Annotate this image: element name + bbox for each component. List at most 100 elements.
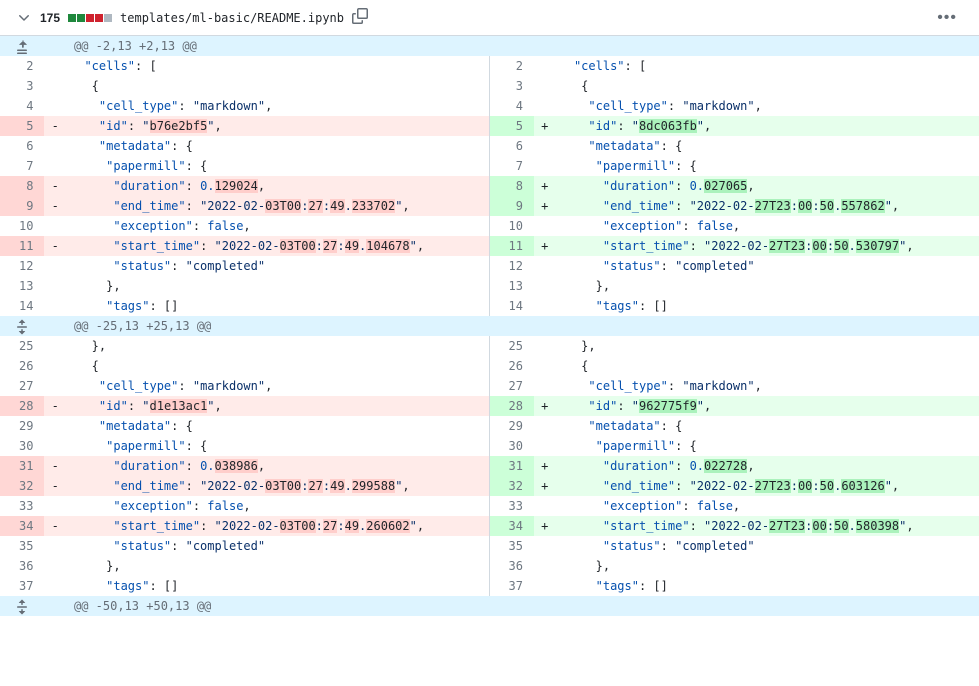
code-line: }, (556, 556, 979, 576)
line-number-right[interactable]: 11 (490, 236, 534, 256)
line-number-right[interactable]: 6 (490, 136, 534, 156)
line-number-left[interactable]: 12 (0, 256, 44, 276)
code-line: "metadata": { (556, 136, 979, 156)
code-line: "cells": [ (556, 56, 979, 76)
expand-hunk-icon[interactable] (0, 316, 44, 336)
line-number-left[interactable]: 26 (0, 356, 44, 376)
line-number-left[interactable]: 9 (0, 196, 44, 216)
line-number-right[interactable]: 12 (490, 256, 534, 276)
deletion-marker: - (44, 196, 66, 216)
line-number-right[interactable]: 9 (490, 196, 534, 216)
line-number-left[interactable]: 13 (0, 276, 44, 296)
line-number-left[interactable]: 10 (0, 216, 44, 236)
line-number-left[interactable]: 25 (0, 336, 44, 356)
line-number-right[interactable]: 2 (490, 56, 534, 76)
line-number-right[interactable]: 26 (490, 356, 534, 376)
code-line: }, (66, 276, 490, 296)
line-number-right[interactable]: 29 (490, 416, 534, 436)
code-line: "tags": [] (66, 296, 490, 316)
code-line: }, (556, 336, 979, 356)
code-line: "duration": 0.038986, (66, 456, 490, 476)
line-number-right[interactable]: 5 (490, 116, 534, 136)
code-line: "id": "962775f9", (556, 396, 979, 416)
code-line: "cell_type": "markdown", (556, 96, 979, 116)
line-number-left[interactable]: 29 (0, 416, 44, 436)
code-line: }, (66, 556, 490, 576)
line-number-left[interactable]: 2 (0, 56, 44, 76)
line-number-right[interactable]: 33 (490, 496, 534, 516)
addition-marker: + (534, 476, 556, 496)
expand-hunk-icon[interactable] (0, 36, 44, 56)
addition-marker: + (534, 396, 556, 416)
line-number-left[interactable]: 31 (0, 456, 44, 476)
expand-hunk-icon[interactable] (0, 596, 44, 616)
line-number-left[interactable]: 7 (0, 156, 44, 176)
line-number-right[interactable]: 37 (490, 576, 534, 596)
line-number-left[interactable]: 35 (0, 536, 44, 556)
code-line: "cell_type": "markdown", (66, 96, 490, 116)
code-line: "tags": [] (556, 296, 979, 316)
line-number-right[interactable]: 35 (490, 536, 534, 556)
file-menu-icon[interactable]: ••• (931, 10, 963, 26)
code-line: "cells": [ (66, 56, 490, 76)
collapse-chevron-icon[interactable] (16, 10, 32, 26)
code-line: "tags": [] (66, 576, 490, 596)
line-number-left[interactable]: 3 (0, 76, 44, 96)
hunk-header: @@ -25,13 +25,13 @@ (66, 316, 979, 336)
code-line: "metadata": { (66, 136, 490, 156)
line-number-right[interactable]: 10 (490, 216, 534, 236)
code-line: "tags": [] (556, 576, 979, 596)
line-number-left[interactable]: 36 (0, 556, 44, 576)
line-number-right[interactable]: 30 (490, 436, 534, 456)
line-number-left[interactable]: 11 (0, 236, 44, 256)
file-path-link[interactable]: templates/ml-basic/README.ipynb (120, 11, 344, 25)
line-number-left[interactable]: 14 (0, 296, 44, 316)
line-number-left[interactable]: 8 (0, 176, 44, 196)
line-number-left[interactable]: 5 (0, 116, 44, 136)
line-number-right[interactable]: 3 (490, 76, 534, 96)
line-number-left[interactable]: 30 (0, 436, 44, 456)
code-line: { (556, 356, 979, 376)
hunk-header: @@ -50,13 +50,13 @@ (66, 596, 979, 616)
line-number-right[interactable]: 14 (490, 296, 534, 316)
deletion-marker: - (44, 516, 66, 536)
code-line: "exception": false, (66, 496, 490, 516)
line-number-right[interactable]: 34 (490, 516, 534, 536)
deletion-marker: - (44, 176, 66, 196)
code-line: "status": "completed" (556, 536, 979, 556)
line-number-left[interactable]: 37 (0, 576, 44, 596)
line-number-right[interactable]: 13 (490, 276, 534, 296)
line-number-right[interactable]: 31 (490, 456, 534, 476)
code-line: "metadata": { (66, 416, 490, 436)
line-number-left[interactable]: 6 (0, 136, 44, 156)
code-line: "end_time": "2022-02-27T23:00:50.603126"… (556, 476, 979, 496)
line-number-right[interactable]: 7 (490, 156, 534, 176)
line-number-left[interactable]: 4 (0, 96, 44, 116)
code-line: "papermill": { (66, 156, 490, 176)
addition-marker: + (534, 456, 556, 476)
line-number-right[interactable]: 4 (490, 96, 534, 116)
line-number-left[interactable]: 33 (0, 496, 44, 516)
code-line: "start_time": "2022-02-27T23:00:50.58039… (556, 516, 979, 536)
code-line: "id": "b76e2bf5", (66, 116, 490, 136)
copy-path-icon[interactable] (352, 8, 368, 27)
line-number-right[interactable]: 25 (490, 336, 534, 356)
code-line: }, (66, 336, 490, 356)
line-number-right[interactable]: 8 (490, 176, 534, 196)
code-line: "exception": false, (556, 216, 979, 236)
line-number-left[interactable]: 28 (0, 396, 44, 416)
addition-marker: + (534, 236, 556, 256)
line-number-right[interactable]: 28 (490, 396, 534, 416)
code-line: "cell_type": "markdown", (556, 376, 979, 396)
code-line: "papermill": { (66, 436, 490, 456)
line-number-left[interactable]: 32 (0, 476, 44, 496)
code-line: "start_time": "2022-02-27T23:00:50.53079… (556, 236, 979, 256)
line-number-left[interactable]: 34 (0, 516, 44, 536)
line-number-right[interactable]: 36 (490, 556, 534, 576)
line-number-right[interactable]: 32 (490, 476, 534, 496)
code-line: "status": "completed" (556, 256, 979, 276)
code-line: { (66, 356, 490, 376)
addition-marker: + (534, 176, 556, 196)
line-number-left[interactable]: 27 (0, 376, 44, 396)
line-number-right[interactable]: 27 (490, 376, 534, 396)
